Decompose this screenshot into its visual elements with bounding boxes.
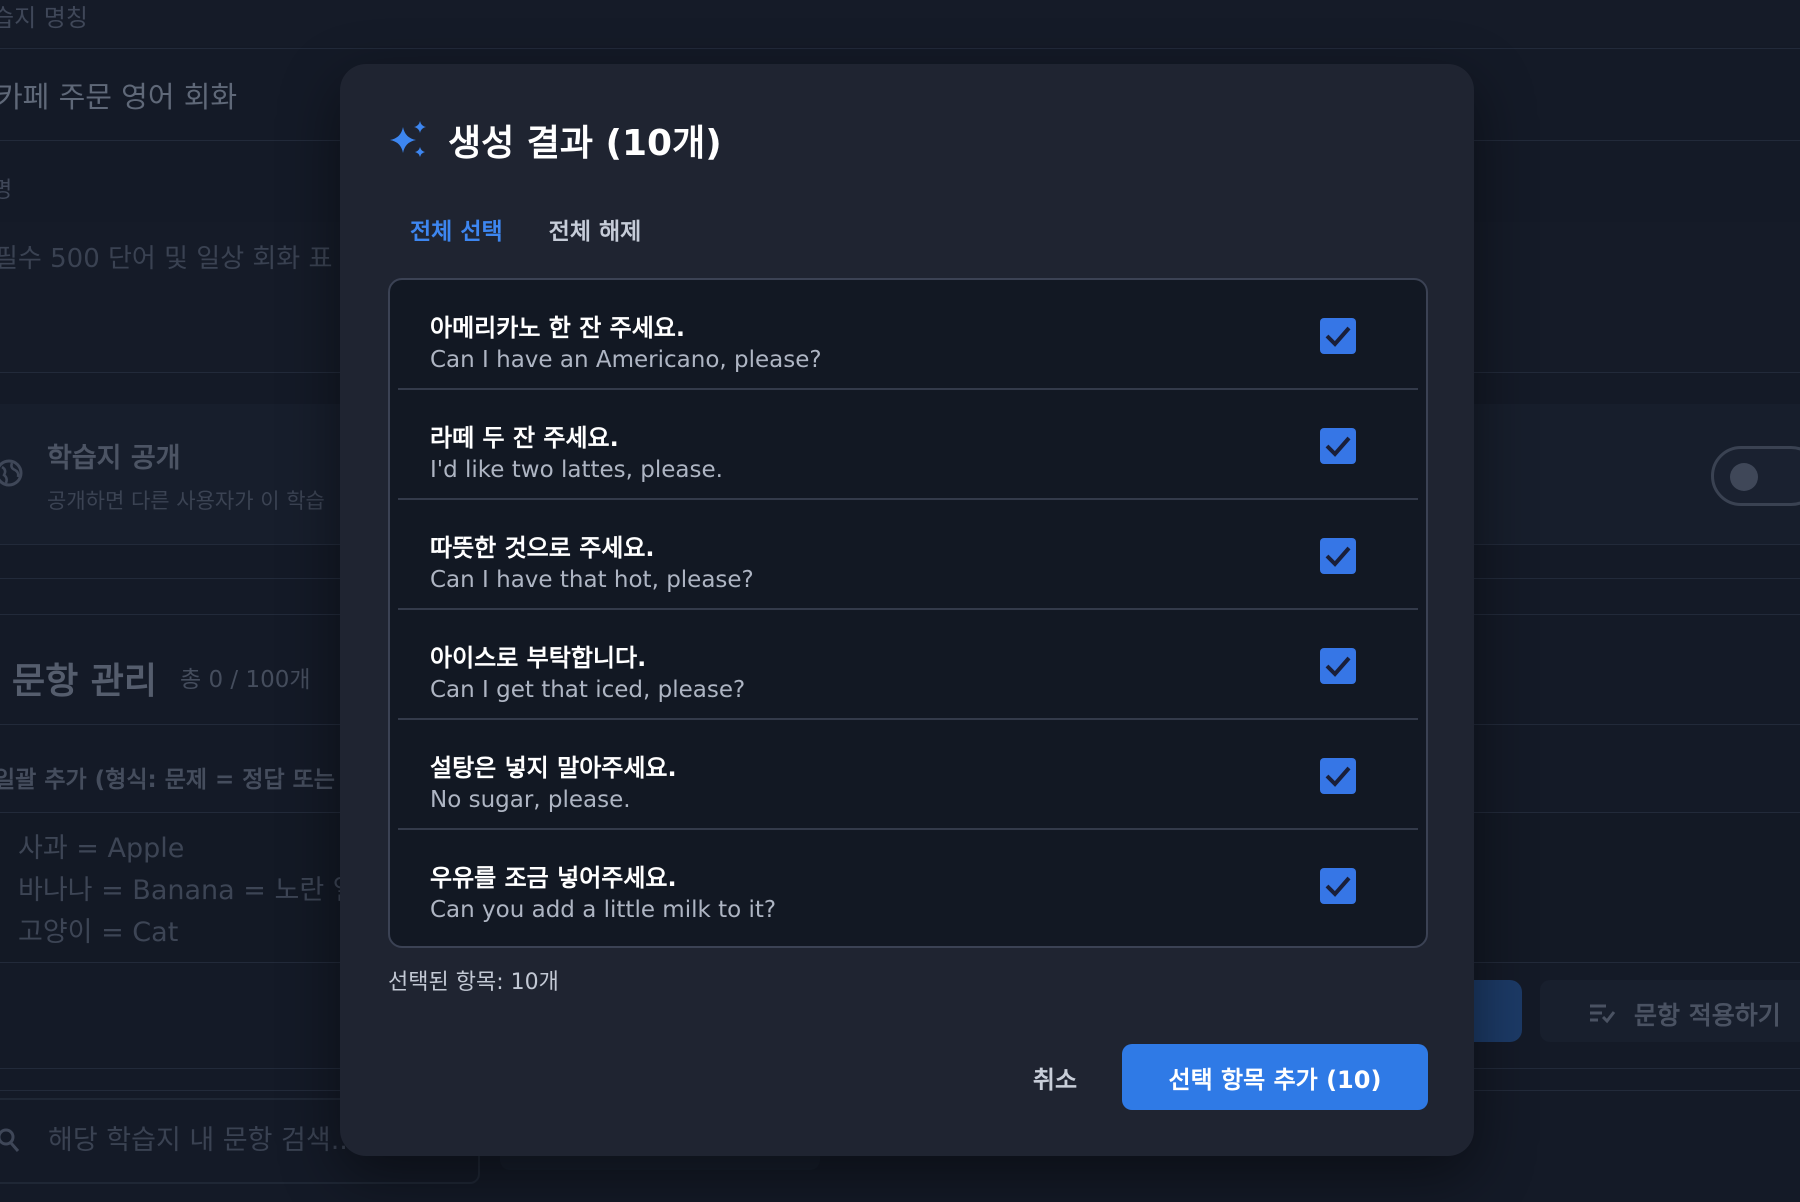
modal-footer: 취소 선택 항목 추가 (10) (340, 1044, 1474, 1110)
item-question: 라떼 두 잔 주세요. (430, 424, 619, 452)
item-answer: Can I get that iced, please? (430, 677, 746, 703)
check-icon (1325, 656, 1351, 677)
list-check-icon (1590, 1004, 1616, 1024)
items-section-title: 문항 관리 (12, 661, 158, 702)
selection-actions: 전체 선택 전체 해제 (410, 212, 641, 246)
description-input[interactable]: 필수 500 단어 및 일상 회화 표 (0, 238, 332, 275)
item-question: 우유를 조금 넣어주세요. (430, 864, 677, 892)
title-input[interactable]: 카페 주문 영어 회화 (0, 74, 237, 116)
item-answer: Can you add a little milk to it? (430, 897, 777, 923)
selected-count: 선택된 항목: 10개 (388, 970, 559, 995)
screen: 습지 명칭 카페 주문 영어 회화 명 필수 500 단어 및 일상 회화 표 … (0, 0, 1800, 1202)
public-toggle[interactable] (1711, 446, 1800, 506)
item-answer: Can I have that hot, please? (430, 567, 754, 593)
item-checkbox[interactable] (1320, 868, 1356, 904)
item-question: 따뜻한 것으로 주세요. (430, 534, 655, 562)
list-item[interactable]: 아이스로 부탁합니다. Can I get that iced, please? (398, 610, 1418, 720)
generation-result-modal: 생성 결과 (10개) 전체 선택 전체 해제 아메리카노 한 잔 주세요. C… (340, 64, 1474, 1156)
select-all-button[interactable]: 전체 선택 (410, 212, 503, 246)
check-icon (1325, 546, 1351, 567)
item-checkbox[interactable] (1320, 538, 1356, 574)
add-selected-button[interactable]: 선택 항목 추가 (10) (1122, 1044, 1428, 1110)
divider (0, 48, 1800, 49)
item-answer: I'd like two lattes, please. (430, 457, 723, 483)
description-label: 명 (0, 178, 13, 203)
item-checkbox[interactable] (1320, 318, 1356, 354)
public-description: 공개하면 다른 사용자가 이 학습 (47, 489, 325, 513)
item-checkbox[interactable] (1320, 428, 1356, 464)
list-item[interactable]: 아메리카노 한 잔 주세요. Can I have an Americano, … (398, 280, 1418, 390)
item-question: 아이스로 부탁합니다. (430, 644, 647, 672)
bulk-add-placeholder-line: 바나나 = Banana = 노란 열 (18, 875, 358, 906)
item-answer: Can I have an Americano, please? (430, 347, 822, 373)
sparkle-icon (390, 121, 426, 157)
list-item[interactable]: 따뜻한 것으로 주세요. Can I have that hot, please… (398, 500, 1418, 610)
items-count: 총 0 / 100개 (180, 667, 311, 693)
modal-title: 생성 결과 (10개) (448, 123, 722, 164)
check-icon (1325, 436, 1351, 457)
search-icon (0, 1128, 20, 1152)
check-icon (1325, 326, 1351, 347)
cancel-button[interactable]: 취소 (1000, 1044, 1110, 1110)
item-question: 아메리카노 한 잔 주세요. (430, 314, 685, 342)
globe-icon (0, 459, 23, 487)
bg-band (0, 0, 1800, 46)
list-item[interactable]: 우유를 조금 넣어주세요. Can you add a little milk … (398, 830, 1418, 940)
check-icon (1325, 766, 1351, 787)
bulk-add-placeholder-line: 고양이 = Cat (18, 917, 179, 948)
item-checkbox[interactable] (1320, 648, 1356, 684)
bulk-add-label: 일괄 추가 (형식: 문제 = 정답 또는 문 (0, 767, 365, 793)
item-answer: No sugar, please. (430, 787, 631, 813)
search-input[interactable]: 해당 학습지 내 문항 검색... (48, 1118, 356, 1157)
bulk-add-placeholder-line: 사과 = Apple (18, 833, 185, 864)
item-checkbox[interactable] (1320, 758, 1356, 794)
list-item[interactable]: 설탕은 넣지 말아주세요. No sugar, please. (398, 720, 1418, 830)
item-question: 설탕은 넣지 말아주세요. (430, 754, 677, 782)
generated-items-list[interactable]: 아메리카노 한 잔 주세요. Can I have an Americano, … (388, 278, 1428, 948)
apply-items-label: 문항 적용하기 (1634, 1001, 1781, 1030)
toggle-knob (1730, 463, 1758, 491)
modal-header: 생성 결과 (10개) (388, 114, 722, 166)
apply-items-button[interactable]: 문항 적용하기 (1540, 980, 1800, 1042)
list-item[interactable]: 라떼 두 잔 주세요. I'd like two lattes, please. (398, 390, 1418, 500)
check-icon (1325, 876, 1351, 897)
deselect-all-button[interactable]: 전체 해제 (549, 212, 642, 246)
field-label: 습지 명칭 (0, 4, 88, 32)
public-title: 학습지 공개 (47, 443, 181, 474)
